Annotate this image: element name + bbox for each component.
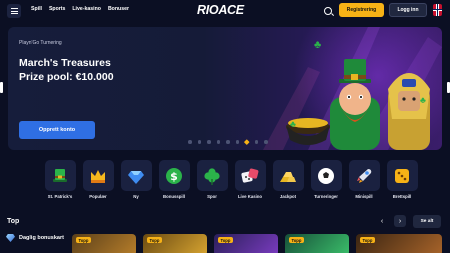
slider-dot[interactable] xyxy=(244,139,250,145)
dice-icon xyxy=(234,160,266,191)
category-item[interactable]: Spor xyxy=(193,160,231,199)
category-label: Bonusspill xyxy=(163,194,185,199)
search-icon[interactable] xyxy=(324,7,332,15)
board-dice-icon xyxy=(386,160,418,191)
game-card[interactable]: Topp xyxy=(143,234,207,253)
banner-prev-edge[interactable] xyxy=(0,82,3,93)
norway-flag-icon[interactable] xyxy=(433,4,442,16)
open-account-button[interactable]: Opprett konto xyxy=(19,121,95,139)
nav-sports[interactable]: Sports xyxy=(49,6,65,12)
slider-dot[interactable] xyxy=(188,140,192,144)
chevron-right-icon[interactable]: › xyxy=(394,215,406,227)
slider-dot[interactable] xyxy=(264,140,268,144)
category-item[interactable]: Ny xyxy=(117,160,155,199)
game-card[interactable]: Topp xyxy=(214,234,278,253)
slider-dot[interactable] xyxy=(197,140,201,144)
top-header: Spill Sports Live-kasino Bonuser RIOACE … xyxy=(0,0,450,22)
main-nav: Spill Sports Live-kasino Bonuser xyxy=(31,6,129,12)
category-label: Live Kasino xyxy=(237,194,263,199)
clover-icon: ♣ xyxy=(314,39,322,51)
clover-icon: ♣ xyxy=(420,95,426,105)
promo-banner: ♣ ♣ ♣ Playn'Go Turnering March's Treasur… xyxy=(8,27,442,150)
category-label: Minispill xyxy=(355,194,373,199)
slider-dot[interactable] xyxy=(216,140,220,144)
banner-subtitle: Playn'Go Turnering xyxy=(19,40,62,46)
category-label: Brettspill xyxy=(392,194,412,199)
banner-prize: Prize pool: €10.000 xyxy=(19,71,114,83)
category-item[interactable]: $ Bonusspill xyxy=(155,160,193,199)
rocket-icon xyxy=(348,160,380,191)
category-label: Turneringer xyxy=(314,194,338,199)
svg-text:$: $ xyxy=(170,170,178,183)
crown-icon xyxy=(82,160,114,191)
diamond-icon xyxy=(6,234,15,242)
slider-dots xyxy=(188,139,268,145)
gold-bars-icon xyxy=(272,160,304,191)
game-card[interactable]: Topp xyxy=(285,234,349,253)
diamond-icon xyxy=(120,160,152,191)
game-card[interactable]: Topp xyxy=(356,234,442,253)
category-item[interactable]: Populær xyxy=(79,160,117,199)
slider-dot[interactable] xyxy=(235,140,239,144)
category-item[interactable]: Jackpot xyxy=(269,160,307,199)
nav-spill[interactable]: Spill xyxy=(31,6,42,12)
slider-dot[interactable] xyxy=(254,140,258,144)
leprechaun-hat-icon xyxy=(44,160,76,191)
site-logo[interactable]: RIOACE xyxy=(197,3,244,17)
banner-title: March's Treasures xyxy=(19,57,111,69)
game-badge: Topp xyxy=(147,237,162,243)
clover-icon xyxy=(196,160,228,191)
clover-icon: ♣ xyxy=(290,119,296,129)
bonus-label: Daglig bonuskart xyxy=(19,235,64,241)
category-label: Jackpot xyxy=(279,194,297,199)
hamburger-icon xyxy=(10,8,18,14)
see-all-button[interactable]: Se alt xyxy=(413,215,441,228)
category-label: Spor xyxy=(207,194,217,199)
category-label: St. Patrick's xyxy=(47,194,73,199)
nav-bonuser[interactable]: Bonuser xyxy=(108,6,129,12)
game-badge: Topp xyxy=(218,237,233,243)
category-row: St. Patrick's Populær Ny $ Bonusspill Spor Liv… xyxy=(41,160,421,199)
menu-button[interactable] xyxy=(7,4,21,18)
category-item[interactable]: Minispill xyxy=(345,160,383,199)
category-item[interactable]: Brettspill xyxy=(383,160,421,199)
dollar-coin-icon: $ xyxy=(158,160,190,191)
game-badge: Topp xyxy=(360,237,375,243)
nav-live-kasino[interactable]: Live-kasino xyxy=(72,6,101,12)
login-button[interactable]: Logg inn xyxy=(389,3,427,17)
section-title-top: Top xyxy=(7,218,20,225)
soccer-ball-icon xyxy=(310,160,342,191)
slider-dot[interactable] xyxy=(226,140,230,144)
category-item[interactable]: St. Patrick's xyxy=(41,160,79,199)
category-item[interactable]: Turneringer xyxy=(307,160,345,199)
category-label: Ny xyxy=(133,194,139,199)
game-badge: Topp xyxy=(76,237,91,243)
register-button[interactable]: Registrering xyxy=(339,3,384,17)
category-label: Populær xyxy=(89,194,107,199)
chevron-left-icon[interactable]: ‹ xyxy=(376,215,388,227)
daily-bonus-map[interactable]: Daglig bonuskart xyxy=(6,234,64,242)
game-card[interactable]: Topp xyxy=(72,234,136,253)
game-badge: Topp xyxy=(289,237,304,243)
category-item[interactable]: Live Kasino xyxy=(231,160,269,199)
slider-dot[interactable] xyxy=(207,140,211,144)
